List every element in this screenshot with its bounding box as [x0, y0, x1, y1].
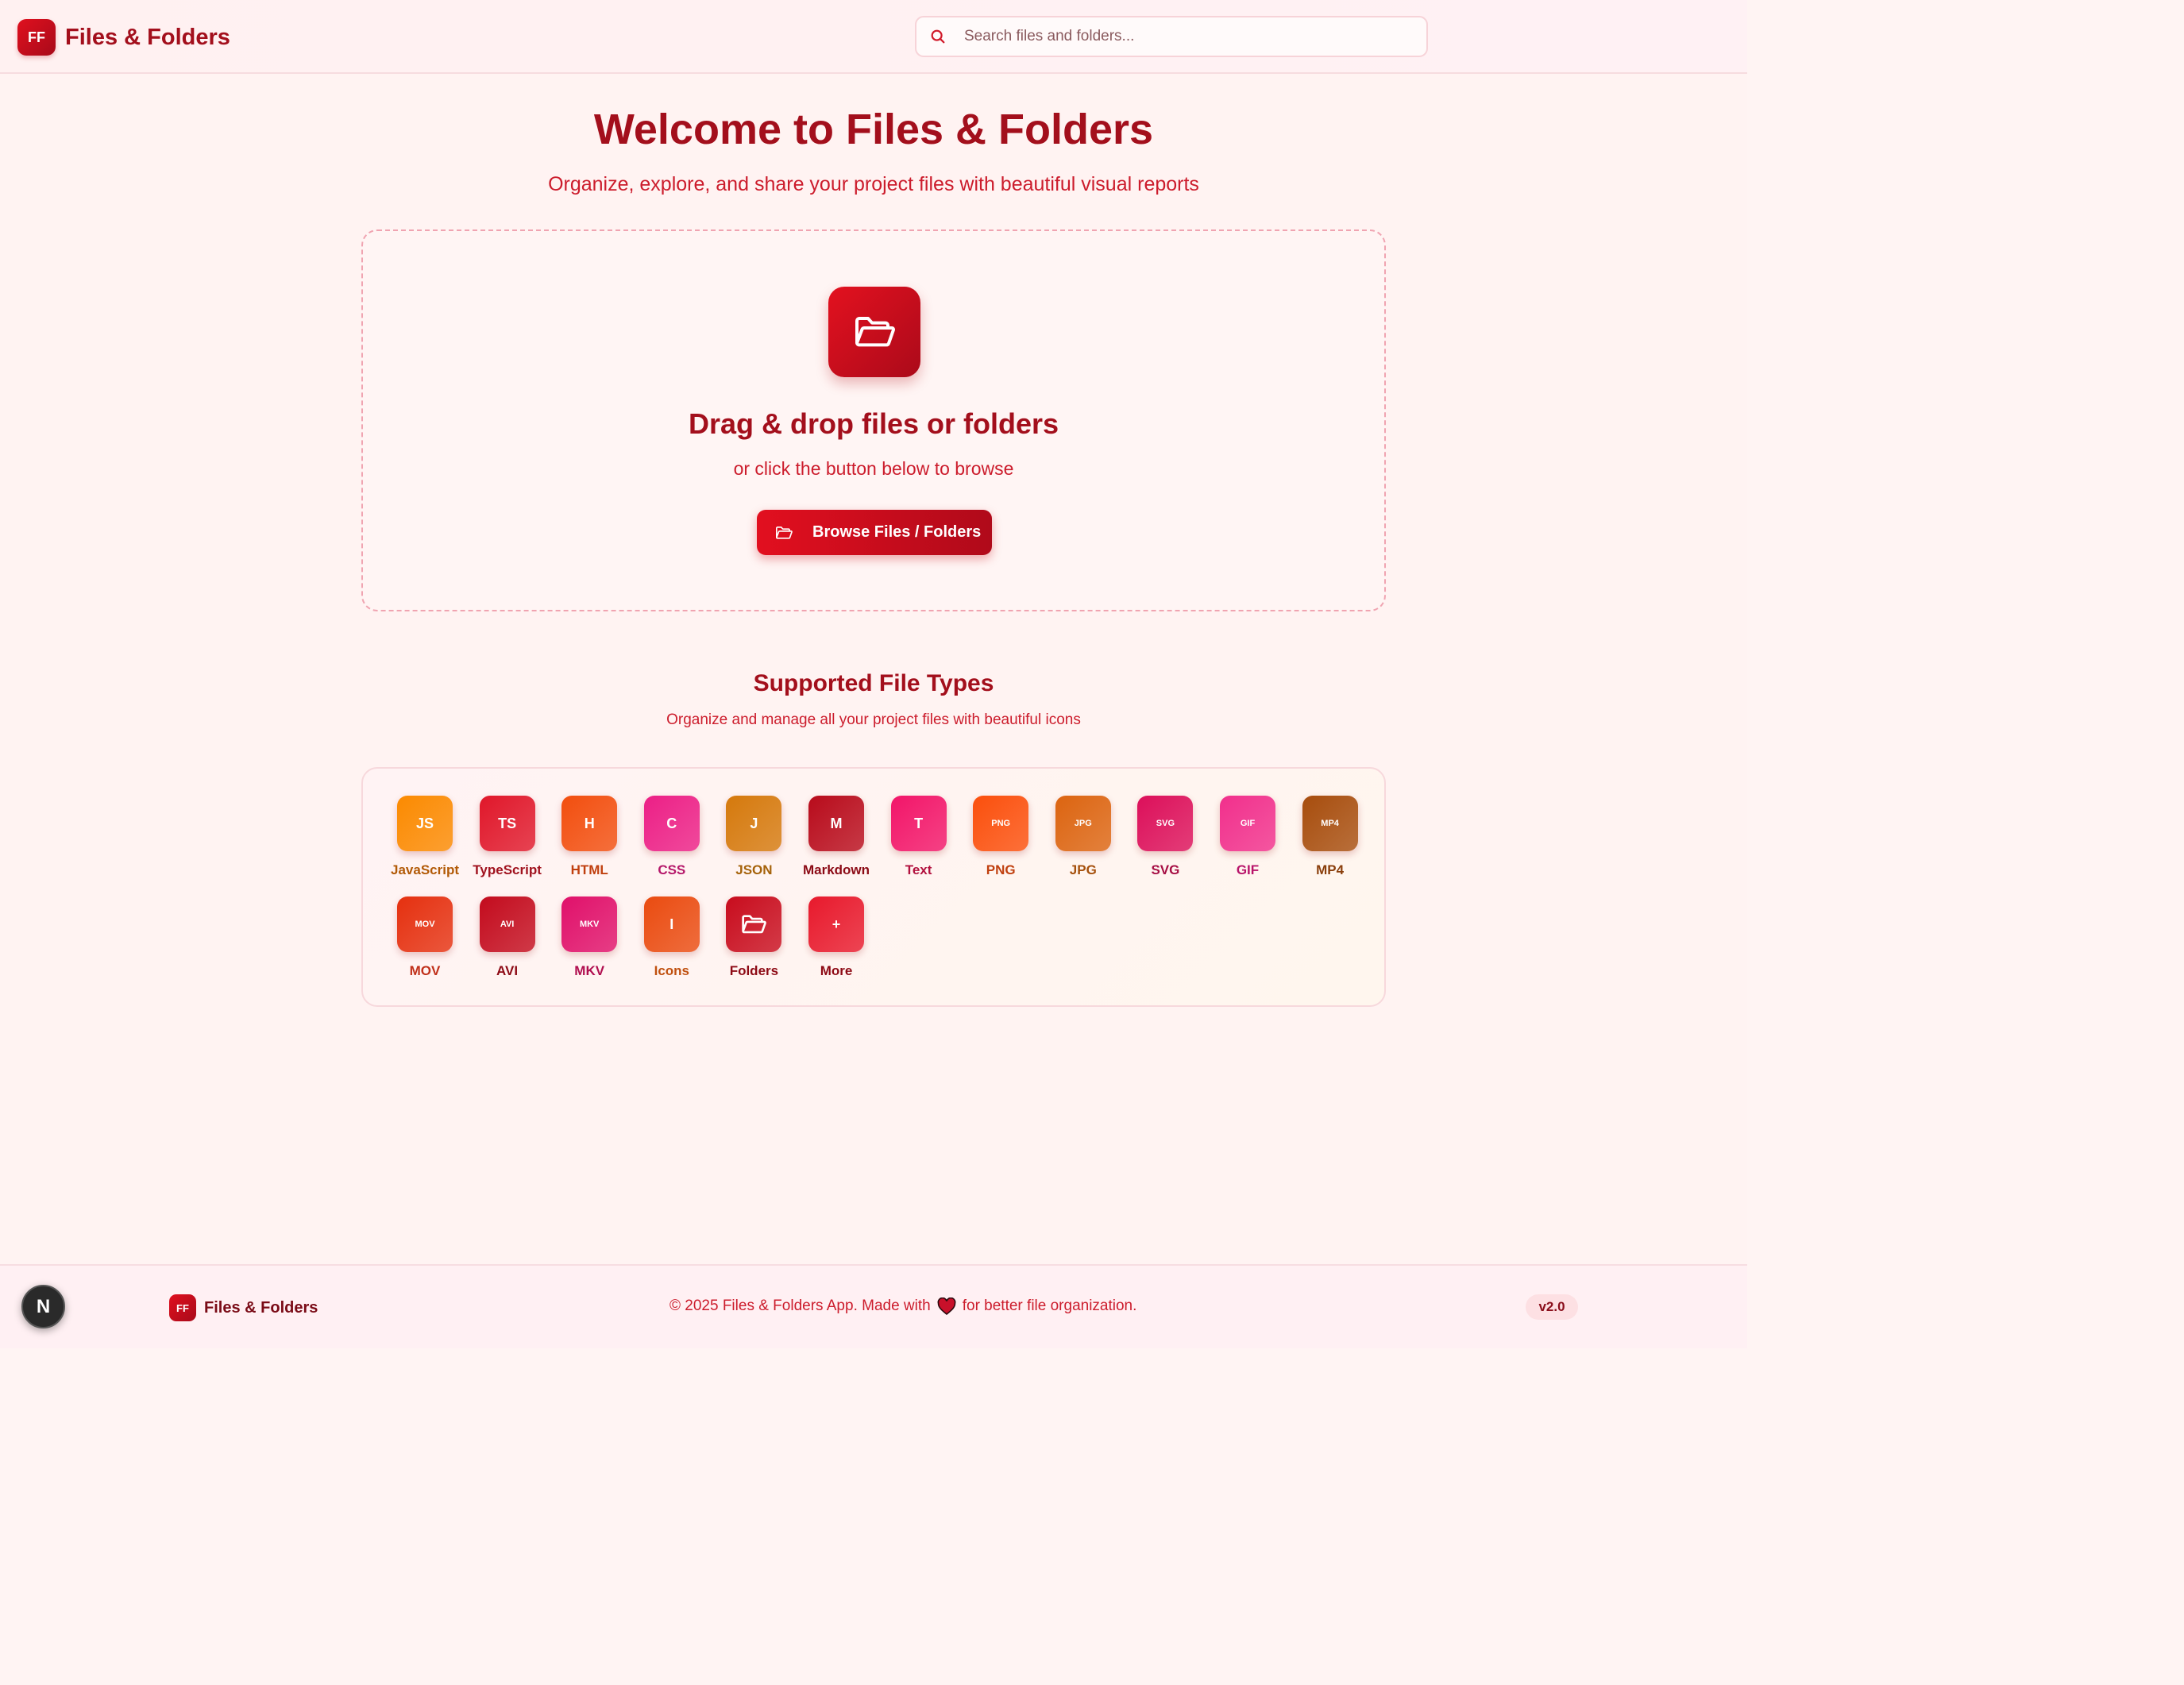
file-type-png[interactable]: PNG PNG	[967, 796, 1034, 878]
file-type-badge: M	[808, 796, 864, 851]
folder-open-icon	[776, 526, 793, 539]
file-type-javascript[interactable]: JS JavaScript	[391, 796, 459, 878]
file-type-label: MP4	[1316, 862, 1345, 877]
browse-files-label: Browse Files / Folders	[812, 523, 982, 541]
file-type-badge: PNG	[973, 796, 1029, 851]
file-type-gif[interactable]: GIF GIF	[1214, 796, 1281, 878]
top-header: FF Files & Folders	[0, 0, 1747, 74]
file-type-badge: TS	[479, 796, 535, 851]
file-type-more[interactable]: + More	[803, 896, 870, 979]
browse-files-button[interactable]: Browse Files / Folders	[757, 510, 992, 555]
file-types-grid: JS JavaScript TS TypeScript H HTML C CSS J JSON M M…	[361, 767, 1386, 1007]
copyright-suffix: for better file organization.	[962, 1297, 1137, 1314]
file-type-badge: C	[643, 796, 700, 851]
upload-dropzone[interactable]: Drag & drop files or folders or click th…	[361, 229, 1386, 611]
file-type-text[interactable]: T Text	[886, 796, 952, 878]
app-name: Files & Folders	[65, 24, 230, 50]
file-type-badge: H	[561, 796, 618, 851]
file-type-html[interactable]: H HTML	[556, 796, 623, 878]
footer-logo: FF	[169, 1294, 196, 1321]
file-type-badge: JS	[397, 796, 453, 851]
search-icon	[931, 29, 945, 44]
dropzone-title: Drag & drop files or folders	[688, 407, 1059, 440]
file-type-badge: SVG	[1137, 796, 1194, 851]
page-title: Welcome to Files & Folders	[593, 106, 1154, 153]
file-type-markdown[interactable]: M Markdown	[803, 796, 870, 878]
dev-tools-n-button[interactable]: N	[21, 1285, 65, 1328]
file-type-badge: MP4	[1302, 796, 1358, 851]
file-type-icons[interactable]: I Icons	[639, 896, 705, 979]
file-type-badge: J	[726, 796, 782, 851]
search-bar	[915, 16, 1428, 57]
folder-icon	[726, 896, 782, 952]
file-type-badge: AVI	[479, 896, 535, 952]
folder-open-icon	[828, 287, 920, 377]
file-type-typescript[interactable]: TS TypeScript	[473, 796, 542, 878]
footer-brand[interactable]: FF Files & Folders	[169, 1294, 318, 1321]
file-type-badge: T	[890, 796, 947, 851]
file-type-mkv[interactable]: MKV MKV	[556, 896, 623, 979]
file-type-css[interactable]: C CSS	[639, 796, 705, 878]
file-type-svg[interactable]: SVG SVG	[1132, 796, 1198, 878]
file-type-badge: I	[643, 896, 700, 952]
file-type-badge: MOV	[397, 896, 453, 952]
file-type-mp4[interactable]: MP4 MP4	[1297, 796, 1364, 878]
file-type-badge: JPG	[1055, 796, 1111, 851]
file-types-title: Supported File Types	[753, 670, 994, 696]
app-logo: FF	[17, 19, 56, 56]
brand[interactable]: FF Files & Folders	[17, 19, 230, 56]
page-subtitle: Organize, explore, and share your projec…	[548, 173, 1199, 195]
search-input[interactable]	[964, 28, 1425, 45]
file-type-label: More	[820, 963, 853, 978]
dropzone-subtitle: or click the button below to browse	[733, 458, 1014, 479]
file-type-badge: MKV	[561, 896, 618, 952]
file-type-mov[interactable]: MOV MOV	[392, 896, 458, 979]
file-type-badge: +	[808, 896, 864, 952]
file-type-json[interactable]: J JSON	[720, 796, 787, 878]
file-type-avi[interactable]: AVI AVI	[474, 896, 541, 979]
footer: N FF Files & Folders © 2025 Files & Fold…	[0, 1264, 1747, 1348]
copyright-prefix: © 2025 Files & Folders App. Made with	[669, 1297, 931, 1314]
version-badge: v2.0	[1526, 1294, 1578, 1320]
file-type-jpg[interactable]: JPG JPG	[1050, 796, 1117, 878]
file-types-subtitle: Organize and manage all your project fil…	[666, 711, 1081, 728]
file-type-folders[interactable]: Folders	[720, 896, 787, 979]
footer-app-name: Files & Folders	[204, 1298, 318, 1317]
heart-icon	[937, 1297, 956, 1315]
footer-copyright: © 2025 Files & Folders App. Made with fo…	[669, 1297, 1136, 1315]
app-root: FF Files & Folders Welcome to Files & Fo…	[0, 0, 1747, 1348]
file-type-badge: GIF	[1220, 796, 1275, 851]
